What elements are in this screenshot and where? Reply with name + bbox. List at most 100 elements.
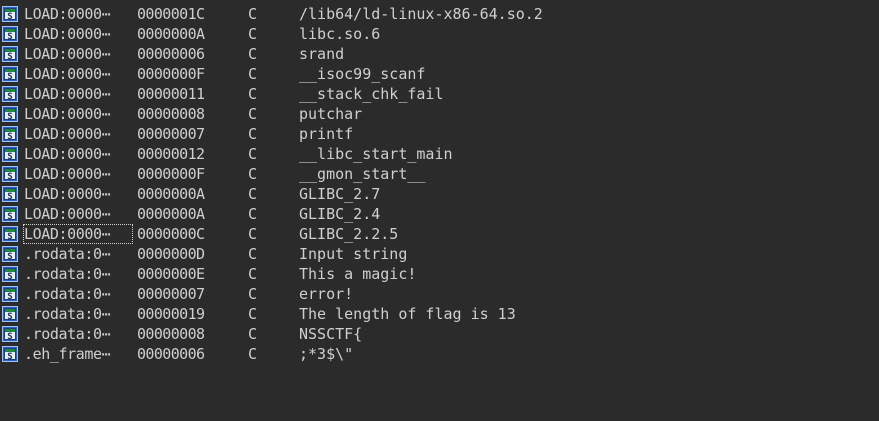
row-address: .rodata:0⋯	[24, 245, 111, 263]
row-length: 00000011	[137, 85, 205, 103]
string-literal-icon: S	[2, 206, 18, 222]
row-string: __isoc99_scanf	[299, 65, 426, 83]
row-address: LOAD:0000⋯	[24, 165, 111, 183]
row-address: LOAD:0000⋯	[24, 5, 111, 23]
row-string: printf	[299, 125, 354, 143]
row-type: C	[248, 285, 258, 303]
string-row[interactable]: S LOAD:0000⋯ 0000000A C GLIBC_2.4	[0, 204, 879, 224]
row-length: 0000000E	[137, 265, 205, 283]
row-string: __stack_chk_fail	[299, 85, 444, 103]
string-row[interactable]: S LOAD:0000⋯ 00000012 C __libc_start_main	[0, 144, 879, 164]
row-type: C	[248, 245, 258, 263]
row-string: GLIBC_2.7	[299, 185, 381, 203]
row-address: .rodata:0⋯	[24, 265, 111, 283]
string-literal-icon: S	[2, 86, 18, 102]
svg-text:S: S	[7, 332, 12, 342]
row-length: 00000007	[137, 125, 205, 143]
svg-text:S: S	[7, 12, 12, 22]
string-literal-icon: S	[2, 146, 18, 162]
string-literal-icon: S	[2, 66, 18, 82]
string-row[interactable]: S LOAD:0000⋯ 0000000F C __gmon_start__	[0, 164, 879, 184]
string-row[interactable]: S LOAD:0000⋯ 0000000A C GLIBC_2.7	[0, 184, 879, 204]
string-row[interactable]: S LOAD:0000⋯ 00000007 Cprintf	[0, 124, 879, 144]
row-type: C	[248, 325, 258, 343]
row-type: C	[248, 125, 258, 143]
row-string: __libc_start_main	[299, 145, 453, 163]
row-length: 00000008	[137, 325, 205, 343]
svg-text:S: S	[7, 152, 12, 162]
svg-text:S: S	[7, 312, 12, 322]
svg-text:S: S	[7, 92, 12, 102]
string-literal-icon: S	[2, 286, 18, 302]
row-string: /lib64/ld-linux-x86-64.so.2	[299, 5, 543, 23]
row-length: 0000000F	[137, 165, 205, 183]
row-type: C	[248, 205, 258, 223]
string-row[interactable]: S .eh_frame⋯ 00000006 C ;*3$\"	[0, 344, 879, 364]
row-string: This a magic!	[299, 265, 417, 283]
row-address: LOAD:0000⋯	[24, 185, 111, 203]
row-length: 0000000C	[137, 225, 205, 243]
string-literal-icon: S	[2, 326, 18, 342]
string-literal-icon: S	[2, 26, 18, 42]
string-literal-icon: S	[2, 126, 18, 142]
strings-list: S LOAD:0000⋯ 0000001C C/lib64/ld-linux-x86-…	[0, 4, 879, 364]
row-string: libc.so.6	[299, 25, 381, 43]
row-address: .rodata:0⋯	[24, 305, 111, 323]
row-address: LOAD:0000⋯	[24, 205, 111, 223]
svg-text:S: S	[7, 192, 12, 202]
row-address: .rodata:0⋯	[24, 285, 111, 303]
string-row[interactable]: S LOAD:0000⋯ 0000000A Clibc.so.6	[0, 24, 879, 44]
svg-text:S: S	[7, 112, 12, 122]
row-length: 00000007	[137, 285, 205, 303]
row-string: GLIBC_2.4	[299, 205, 381, 223]
strings-window: S LOAD:0000⋯ 0000001C C/lib64/ld-linux-x86-…	[0, 0, 879, 421]
row-address: LOAD:0000⋯	[24, 85, 111, 103]
row-length: 0000000D	[137, 245, 205, 263]
svg-text:S: S	[7, 52, 12, 62]
row-address: LOAD:0000⋯	[24, 105, 111, 123]
row-address: .rodata:0⋯	[24, 325, 111, 343]
string-literal-icon: S	[2, 106, 18, 122]
row-address: LOAD:0000⋯	[23, 224, 133, 244]
row-length: 00000019	[137, 305, 205, 323]
row-type: C	[248, 145, 258, 163]
string-literal-icon: S	[2, 166, 18, 182]
string-literal-icon: S	[2, 226, 18, 242]
svg-text:S: S	[7, 212, 12, 222]
svg-text:S: S	[7, 252, 12, 262]
string-row[interactable]: S LOAD:0000⋯ 0000000C C GLIBC_2.2.5	[0, 224, 879, 244]
row-type: C	[248, 85, 258, 103]
row-string: The length of flag is 13	[299, 305, 516, 323]
string-row[interactable]: S LOAD:0000⋯ 00000011 C __stack_chk_fail	[0, 84, 879, 104]
row-length: 00000012	[137, 145, 205, 163]
row-string: ;*3$\"	[299, 345, 354, 363]
row-string: putchar	[299, 105, 363, 123]
row-address: .eh_frame⋯	[24, 345, 111, 363]
row-length: 00000006	[137, 45, 205, 63]
row-length: 00000008	[137, 105, 205, 123]
string-literal-icon: S	[2, 346, 18, 362]
row-address: LOAD:0000⋯	[24, 65, 111, 83]
row-type: C	[248, 25, 258, 43]
row-length: 0000000F	[137, 65, 205, 83]
string-row[interactable]: S .rodata:0⋯ 0000000D C Input string	[0, 244, 879, 264]
svg-text:S: S	[7, 272, 12, 282]
string-literal-icon: S	[2, 266, 18, 282]
svg-text:S: S	[7, 72, 12, 82]
string-row[interactable]: S .rodata:0⋯ 00000019 C The length of flag i…	[0, 304, 879, 324]
string-row[interactable]: S .rodata:0⋯ 0000000E C This a magic!	[0, 264, 879, 284]
string-row[interactable]: S LOAD:0000⋯ 00000006 Csrand	[0, 44, 879, 64]
svg-text:S: S	[7, 292, 12, 302]
string-row[interactable]: S .rodata:0⋯ 00000008 C NSSCTF{	[0, 324, 879, 344]
string-row[interactable]: S LOAD:0000⋯ 0000000F C __isoc99_scanf	[0, 64, 879, 84]
row-address: LOAD:0000⋯	[24, 45, 111, 63]
string-row[interactable]: S LOAD:0000⋯ 0000001C C/lib64/ld-linux-x86-…	[0, 4, 879, 24]
row-type: C	[248, 305, 258, 323]
row-address: LOAD:0000⋯	[24, 25, 111, 43]
string-row[interactable]: S .rodata:0⋯ 00000007 Cerror!	[0, 284, 879, 304]
row-type: C	[248, 185, 258, 203]
string-row[interactable]: S LOAD:0000⋯ 00000008 Cputchar	[0, 104, 879, 124]
row-length: 0000000A	[137, 205, 205, 223]
row-type: C	[248, 45, 258, 63]
string-literal-icon: S	[2, 306, 18, 322]
